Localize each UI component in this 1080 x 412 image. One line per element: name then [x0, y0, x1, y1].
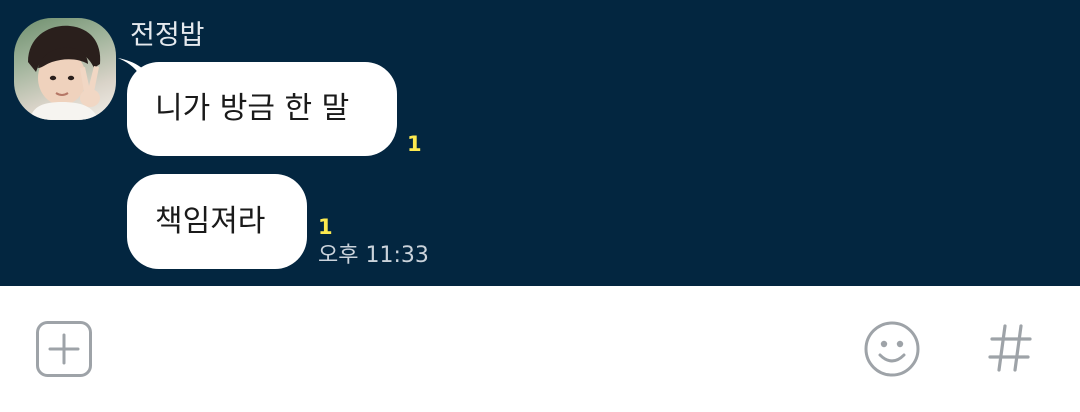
sender-name: 전정밥 [130, 20, 205, 51]
chat-area: 전정밥 니가 방금 한 말 1 책임져라 1 오후 11:33 [0, 0, 1080, 286]
hash-icon [988, 324, 1032, 372]
hashtag-button[interactable] [986, 322, 1034, 374]
sender-avatar[interactable] [14, 18, 116, 120]
unread-count: 1 [318, 215, 333, 239]
message-text: 니가 방금 한 말 [155, 91, 350, 126]
attach-plus-button[interactable] [36, 321, 92, 377]
smiley-icon [864, 321, 920, 377]
message-bubble[interactable]: 책임져라 [127, 174, 307, 269]
message-timestamp: 오후 11:33 [318, 243, 429, 268]
emoji-button[interactable] [863, 320, 921, 378]
message-bubble[interactable]: 니가 방금 한 말 [127, 62, 397, 156]
message-text: 책임져라 [155, 203, 266, 239]
plus-square-icon [36, 321, 92, 377]
unread-count: 1 [407, 132, 422, 156]
